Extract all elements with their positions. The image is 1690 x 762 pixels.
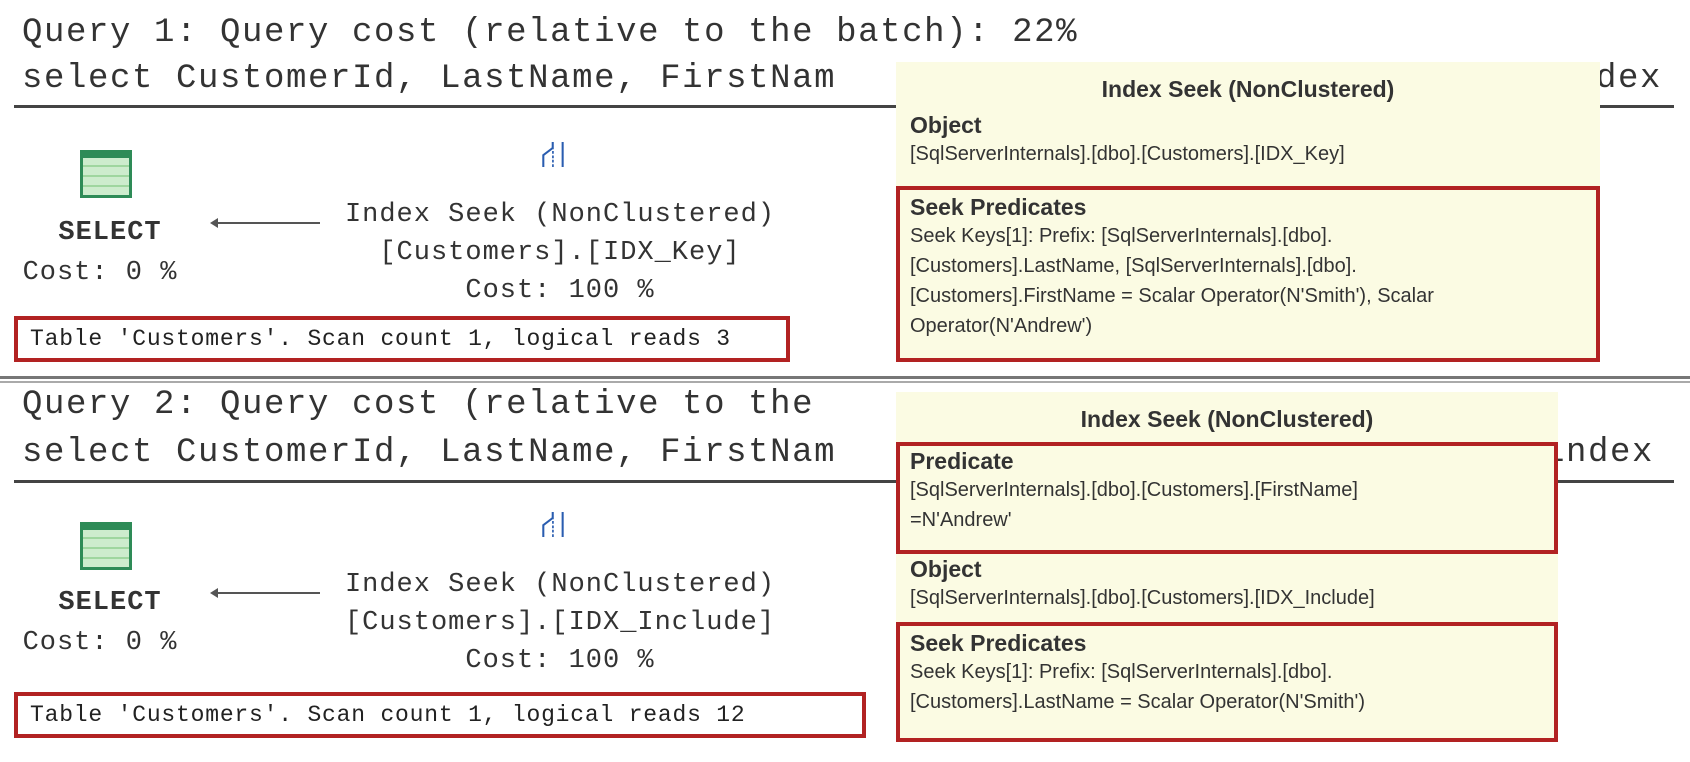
query1-seek-cost: Cost: 100 %: [465, 276, 655, 306]
query1-sql-tail: dex: [1596, 60, 1663, 98]
object-value: [SqlServerInternals].[dbo].[Customers].[…: [910, 143, 1345, 165]
query1-header: Query 1: Query cost (relative to the bat…: [22, 14, 1079, 52]
query2-seek-object: [Customers].[IDX_Include]: [344, 608, 776, 638]
seek-predicates-highlight: Seek Predicates Seek Keys[1]: Prefix: [S…: [896, 186, 1600, 362]
index-seek-icon[interactable]: ⛙: [540, 132, 567, 182]
predicate-line: =N'Andrew': [910, 509, 1012, 531]
query-separator: [0, 376, 1690, 379]
seek-line: [Customers].FirstName = Scalar Operator(…: [910, 285, 1434, 307]
query1-tooltip: Index Seek (NonClustered) Object [SqlSer…: [896, 62, 1600, 362]
object-label: Object: [910, 556, 982, 582]
seek-line: Operator(N'Andrew'): [910, 315, 1093, 337]
query2-select-label[interactable]: SELECT: [20, 588, 200, 618]
seek-predicates-highlight: Seek Predicates Seek Keys[1]: Prefix: [S…: [896, 622, 1558, 742]
seek-predicates-label: Seek Predicates: [910, 630, 1087, 656]
query2-header: Query 2: Query cost (relative to the: [22, 386, 815, 424]
seek-line: [Customers].LastName = Scalar Operator(N…: [910, 691, 1365, 713]
query2-seek-cost: Cost: 100 %: [465, 646, 655, 676]
tooltip-title: Index Seek (NonClustered): [1101, 76, 1395, 102]
query2-select-cost: Cost: 0 %: [22, 628, 178, 658]
object-label: Object: [910, 112, 982, 138]
select-table-icon: [80, 522, 132, 570]
query1-select-cost: Cost: 0 %: [22, 258, 178, 288]
seek-line: Seek Keys[1]: Prefix: [SqlServerInternal…: [910, 225, 1333, 247]
index-seek-icon[interactable]: ⛙: [540, 502, 567, 552]
query2-seek-label[interactable]: Index Seek (NonClustered): [300, 570, 820, 600]
object-value: [SqlServerInternals].[dbo].[Customers].[…: [910, 587, 1375, 609]
predicate-label: Predicate: [910, 448, 1014, 474]
query1-seek-object: [Customers].[IDX_Key]: [379, 238, 741, 268]
query2-io-stats: Table 'Customers'. Scan count 1, logical…: [14, 692, 866, 738]
query1-io-stats: Table 'Customers'. Scan count 1, logical…: [14, 316, 790, 362]
tooltip-title: Index Seek (NonClustered): [1080, 406, 1374, 432]
query-separator-shadow: [0, 381, 1690, 383]
query2-tooltip: Index Seek (NonClustered) Predicate [Sql…: [896, 392, 1558, 742]
predicate-line: [SqlServerInternals].[dbo].[Customers].[…: [910, 479, 1358, 501]
select-table-icon: [80, 150, 132, 198]
predicate-highlight: Predicate [SqlServerInternals].[dbo].[Cu…: [896, 442, 1558, 554]
query1-select-label[interactable]: SELECT: [20, 218, 200, 248]
seek-predicates-label: Seek Predicates: [910, 194, 1087, 220]
query2-sql: select CustomerId, LastName, FirstNam: [22, 434, 837, 472]
seek-line: [Customers].LastName, [SqlServerInternal…: [910, 255, 1357, 277]
query2-sql-tail: index: [1544, 434, 1655, 472]
query1-seek-label[interactable]: Index Seek (NonClustered): [300, 200, 820, 230]
seek-line: Seek Keys[1]: Prefix: [SqlServerInternal…: [910, 661, 1333, 683]
query1-sql: select CustomerId, LastName, FirstNam: [22, 60, 837, 98]
